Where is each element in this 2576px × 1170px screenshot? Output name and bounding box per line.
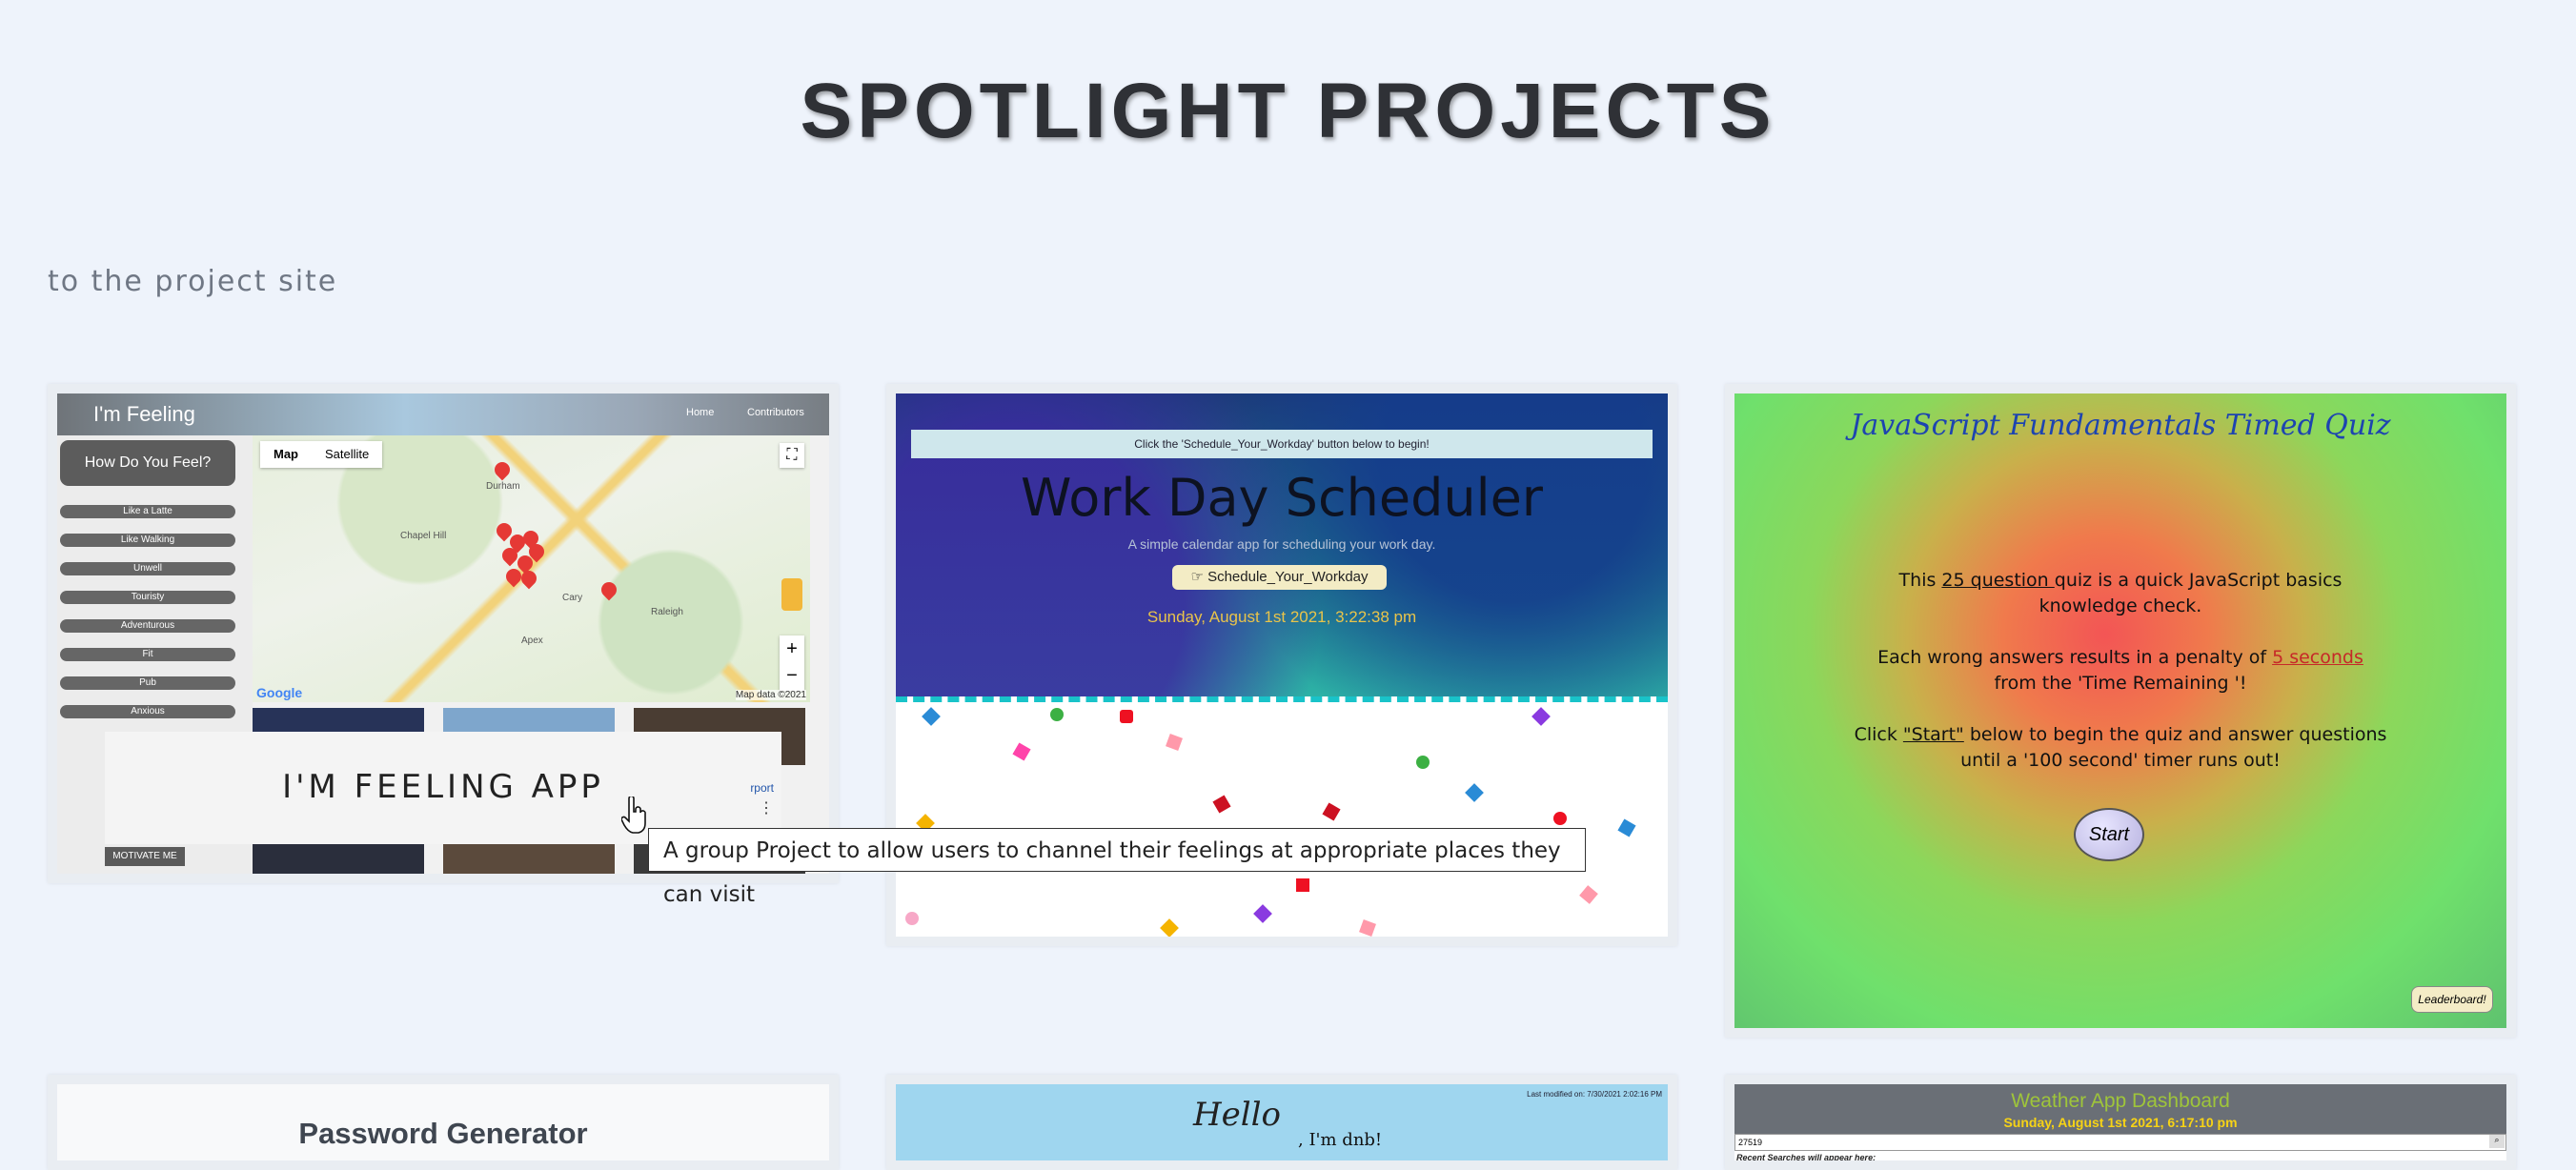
zoom-controls-icon: + − bbox=[780, 635, 804, 691]
map-data-credit: Map data ©2021 bbox=[735, 690, 806, 700]
place-photo bbox=[253, 841, 424, 874]
confetti-icon bbox=[1296, 878, 1309, 892]
feeling-option: Unwell bbox=[60, 562, 235, 575]
confetti-area bbox=[896, 696, 1668, 937]
project-card-javascript-quiz[interactable]: JavaScript Fundamentals Timed Quiz This … bbox=[1725, 384, 2516, 1038]
weather-page: Weather App Dashboard Sunday, August 1st… bbox=[1734, 1084, 2506, 1160]
place-photo bbox=[443, 841, 615, 874]
confetti-icon bbox=[1617, 818, 1636, 837]
search-icon: ⌕ bbox=[2489, 1135, 2505, 1148]
motivate-me-button: MOTIVATE ME bbox=[105, 847, 185, 866]
confetti-icon bbox=[1359, 919, 1376, 937]
password-generator-title: Password Generator bbox=[298, 1117, 588, 1150]
leaderboard-button: Leaderboard! bbox=[2411, 986, 2493, 1013]
map-type-toggle: Map Satellite bbox=[260, 441, 383, 468]
instruction-text: to the project site bbox=[48, 265, 338, 298]
hello-logo: Hello bbox=[1193, 1096, 1281, 1134]
project-screenshot[interactable]: JavaScript Fundamentals Timed Quiz This … bbox=[1734, 393, 2506, 1028]
weather-title: Weather App Dashboard bbox=[2011, 1090, 2230, 1112]
last-modified-text: Last modified on: 7/30/2021 2:02:16 PM bbox=[1527, 1090, 1662, 1099]
map-button: Map bbox=[274, 447, 298, 461]
project-card-weather-dashboard[interactable]: Weather App Dashboard Sunday, August 1st… bbox=[1725, 1075, 2516, 1170]
confetti-icon bbox=[1531, 707, 1551, 726]
confetti-icon bbox=[1160, 918, 1179, 937]
project-card-password-generator[interactable]: Password Generator bbox=[48, 1075, 839, 1170]
feeling-option: Touristy bbox=[60, 591, 235, 604]
password-generator-page: Password Generator bbox=[57, 1084, 829, 1160]
hello-subtitle: , I'm dnb! bbox=[1298, 1130, 1383, 1150]
map-pin-icon bbox=[598, 578, 620, 601]
scheduler-date: Sunday, August 1st 2021, 3:22:38 pm bbox=[1146, 608, 1417, 626]
scheduler-subtitle: A simple calendar app for scheduling you… bbox=[1127, 536, 1436, 552]
link-fragment: rport bbox=[750, 781, 774, 795]
feeling-option: Anxious bbox=[60, 705, 235, 718]
confetti-icon bbox=[922, 707, 941, 726]
hand-pointer-cursor-icon bbox=[621, 797, 646, 834]
map-place-label: Durham bbox=[486, 481, 520, 492]
map-place-label: Cary bbox=[562, 593, 583, 603]
confetti-icon bbox=[1120, 710, 1133, 723]
confetti-icon bbox=[905, 912, 919, 925]
map-place-label: Chapel Hill bbox=[400, 531, 447, 541]
quiz-penalty: Each wrong answers results in a penalty … bbox=[1877, 647, 2363, 694]
confetti-icon bbox=[1212, 795, 1231, 814]
confetti-icon bbox=[1416, 756, 1430, 769]
confetti-icon bbox=[1050, 708, 1064, 721]
project-screenshot[interactable]: Password Generator bbox=[57, 1084, 829, 1160]
google-logo: Google bbox=[256, 685, 303, 700]
map-view: Map Satellite ⛶ + − Durham Chapel Hill Ral… bbox=[253, 435, 810, 702]
weather-date: Sunday, August 1st 2021, 6:17:10 pm bbox=[2003, 1115, 2238, 1130]
more-options-icon: ⋮ bbox=[759, 800, 774, 817]
feeling-option: Like Walking bbox=[60, 534, 235, 547]
project-screenshot[interactable]: I'm Feeling Home Contributors How Do You… bbox=[57, 393, 829, 874]
confetti-icon bbox=[1322, 802, 1341, 821]
app-title: I'm Feeling bbox=[93, 402, 195, 426]
project-title[interactable]: I'M FEELING APP bbox=[105, 768, 781, 806]
confetti-icon bbox=[1012, 742, 1031, 761]
pegman-icon bbox=[781, 578, 802, 611]
project-card-im-feeling[interactable]: I'm Feeling Home Contributors How Do You… bbox=[48, 384, 839, 883]
confetti-icon bbox=[1465, 783, 1484, 802]
satellite-button: Satellite bbox=[325, 447, 370, 461]
scheduler-header: Click the 'Schedule_Your_Workday' button… bbox=[896, 393, 1668, 696]
schedule-workday-button: ☞ Schedule_Your_Workday bbox=[1172, 565, 1387, 590]
app-navbar: I'm Feeling Home Contributors bbox=[57, 393, 829, 435]
map-place-label: Apex bbox=[521, 635, 543, 646]
how-do-you-feel-button: How Do You Feel? bbox=[60, 440, 235, 486]
project-screenshot[interactable]: Hello , I'm dnb! Last modified on: 7/30/… bbox=[896, 1084, 1668, 1160]
confetti-icon bbox=[1579, 885, 1598, 904]
scheduler-note: Click the 'Schedule_Your_Workday' button… bbox=[911, 430, 1653, 458]
page-title: SPOTLIGHT PROJECTS bbox=[800, 68, 1776, 154]
feeling-option: Like a Latte bbox=[60, 505, 235, 518]
map-pin-icon bbox=[491, 458, 514, 481]
confetti-icon bbox=[1253, 904, 1272, 923]
portfolio-page: Hello , I'm dnb! Last modified on: 7/30/… bbox=[896, 1084, 1668, 1160]
quiz-title: JavaScript Fundamentals Timed Quiz bbox=[1850, 409, 2391, 442]
feeling-option: Pub bbox=[60, 676, 235, 690]
fullscreen-icon: ⛶ bbox=[780, 443, 804, 468]
feeling-option: Fit bbox=[60, 648, 235, 661]
nav-home: Home bbox=[686, 407, 715, 418]
feeling-option: Adventurous bbox=[60, 619, 235, 633]
project-card-portfolio[interactable]: Hello , I'm dnb! Last modified on: 7/30/… bbox=[886, 1075, 1677, 1170]
quiz-intro: This 25 question quiz is a quick JavaScr… bbox=[1898, 570, 2343, 616]
scheduler-title: Work Day Scheduler bbox=[1020, 468, 1544, 528]
confetti-icon bbox=[1166, 734, 1183, 751]
map-place-label: Raleigh bbox=[651, 607, 683, 617]
weather-header: Weather App Dashboard Sunday, August 1st… bbox=[1734, 1084, 2506, 1134]
quiz-instructions: Click "Start" below to begin the quiz an… bbox=[1854, 724, 2387, 771]
project-screenshot[interactable]: Weather App Dashboard Sunday, August 1st… bbox=[1734, 1084, 2506, 1160]
nav-contributors: Contributors bbox=[747, 407, 804, 418]
project-tooltip: A group Project to allow users to channe… bbox=[648, 828, 1586, 907]
quiz-background: JavaScript Fundamentals Timed Quiz This … bbox=[1734, 393, 2506, 1028]
weather-search-input: 27519 bbox=[1734, 1134, 2506, 1151]
quiz-start-button: Start bbox=[2074, 808, 2144, 861]
confetti-icon bbox=[1553, 812, 1567, 825]
recent-searches-label: Recent Searches will appear here: bbox=[1736, 1153, 1876, 1160]
